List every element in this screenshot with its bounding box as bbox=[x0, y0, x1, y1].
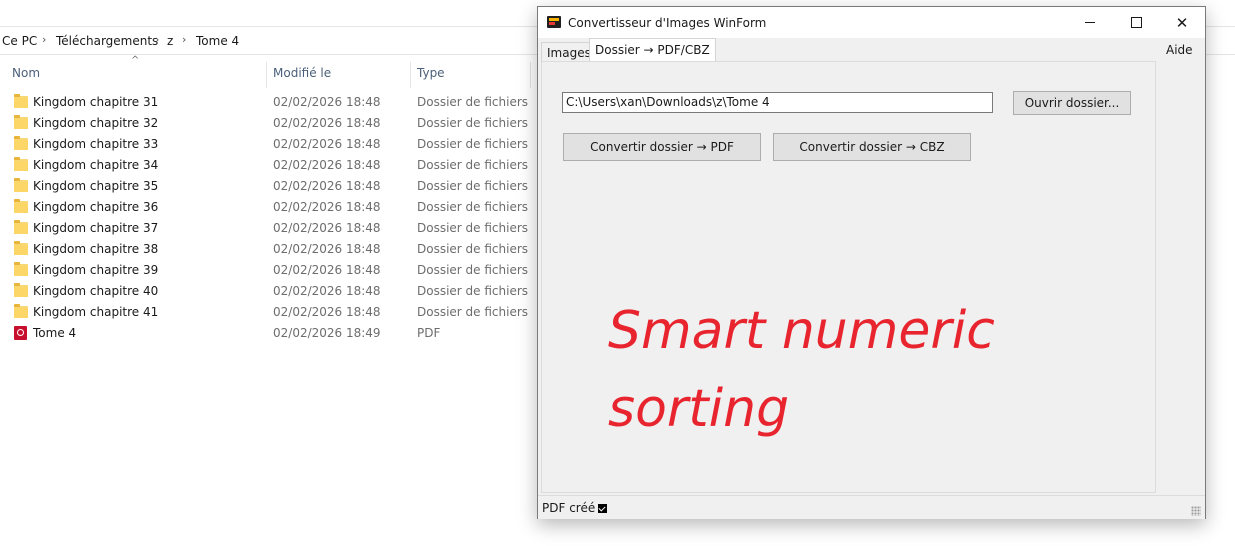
breadcrumb-tome4[interactable]: Tome 4 bbox=[196, 34, 239, 48]
column-header-modified[interactable]: Modifié le bbox=[273, 66, 331, 80]
file-name: Tome 4 bbox=[33, 326, 77, 340]
file-name: Kingdom chapitre 32 bbox=[33, 116, 159, 130]
column-divider[interactable] bbox=[530, 62, 531, 88]
menu-help[interactable]: Aide bbox=[1166, 43, 1193, 57]
status-text: PDF créé bbox=[542, 501, 596, 515]
resize-grip-icon[interactable] bbox=[1191, 506, 1201, 516]
file-row[interactable]: Kingdom chapitre 31 02/02/2026 18:48 Dossi… bbox=[0, 92, 540, 113]
chevron-right-icon: › bbox=[155, 33, 160, 46]
file-date: 02/02/2026 18:48 bbox=[273, 305, 381, 319]
app-icon bbox=[547, 16, 561, 28]
breadcrumb-z[interactable]: z bbox=[167, 34, 173, 48]
file-type: Dossier de fichiers bbox=[417, 242, 529, 256]
status-label: PDF créé bbox=[542, 501, 608, 515]
breadcrumb-downloads[interactable]: Téléchargements bbox=[56, 34, 158, 48]
tab-folder-pdf-cbz[interactable]: Dossier → PDF/CBZ bbox=[589, 38, 716, 61]
folder-path-field[interactable]: C:\Users\xan\Downloads\z\Tome 4 bbox=[562, 92, 993, 113]
annotation-line-1: Smart numeric bbox=[608, 301, 995, 361]
minimize-icon bbox=[1085, 22, 1095, 23]
file-date: 02/02/2026 18:48 bbox=[273, 95, 381, 109]
annotation-line-2: sorting bbox=[608, 379, 790, 439]
file-name: Kingdom chapitre 41 bbox=[33, 305, 159, 319]
folder-icon bbox=[14, 220, 28, 234]
file-row[interactable]: Kingdom chapitre 32 02/02/2026 18:48 Dossi… bbox=[0, 113, 540, 134]
title-bar[interactable]: Convertisseur d'Images WinForm ✕ bbox=[538, 7, 1205, 38]
file-name: Kingdom chapitre 34 bbox=[33, 158, 159, 172]
maximize-button[interactable] bbox=[1113, 7, 1159, 38]
chevron-right-icon: › bbox=[182, 33, 187, 46]
file-date: 02/02/2026 18:49 bbox=[273, 326, 381, 340]
folder-icon bbox=[14, 94, 28, 108]
folder-icon bbox=[14, 283, 28, 297]
file-list: Kingdom chapitre 31 02/02/2026 18:48 Dossi… bbox=[0, 92, 540, 344]
convert-pdf-button[interactable]: Convertir dossier → PDF bbox=[563, 133, 761, 161]
folder-icon bbox=[14, 199, 28, 213]
maximize-icon bbox=[1130, 17, 1142, 28]
check-icon bbox=[598, 504, 608, 513]
sort-ascending-icon: ^ bbox=[131, 55, 140, 66]
status-bar: PDF créé bbox=[538, 495, 1205, 519]
converter-window: Convertisseur d'Images WinForm ✕ Images … bbox=[537, 6, 1206, 519]
file-name: Kingdom chapitre 35 bbox=[33, 179, 159, 193]
file-date: 02/02/2026 18:48 bbox=[273, 137, 381, 151]
file-row[interactable]: Kingdom chapitre 34 02/02/2026 18:48 Dossi… bbox=[0, 155, 540, 176]
file-row[interactable]: Kingdom chapitre 35 02/02/2026 18:48 Dossi… bbox=[0, 176, 540, 197]
pdf-icon bbox=[14, 326, 27, 340]
file-name: Kingdom chapitre 39 bbox=[33, 263, 159, 277]
file-date: 02/02/2026 18:48 bbox=[273, 242, 381, 256]
file-date: 02/02/2026 18:48 bbox=[273, 221, 381, 235]
file-name: Kingdom chapitre 31 bbox=[33, 95, 159, 109]
file-type: Dossier de fichiers bbox=[417, 95, 529, 109]
file-row[interactable]: Kingdom chapitre 39 02/02/2026 18:48 Dossi… bbox=[0, 260, 540, 281]
file-type: Dossier de fichiers bbox=[417, 200, 529, 214]
folder-icon bbox=[14, 262, 28, 276]
file-row[interactable]: Kingdom chapitre 40 02/02/2026 18:48 Dossi… bbox=[0, 281, 540, 302]
file-date: 02/02/2026 18:48 bbox=[273, 116, 381, 130]
file-type: Dossier de fichiers bbox=[417, 221, 529, 235]
file-row[interactable]: Tome 4 02/02/2026 18:49 PDF bbox=[0, 323, 540, 344]
file-date: 02/02/2026 18:48 bbox=[273, 179, 381, 193]
file-row[interactable]: Kingdom chapitre 38 02/02/2026 18:48 Dossi… bbox=[0, 239, 540, 260]
file-row[interactable]: Kingdom chapitre 41 02/02/2026 18:48 Dossi… bbox=[0, 302, 540, 323]
file-name: Kingdom chapitre 37 bbox=[33, 221, 159, 235]
breadcrumb-this-pc[interactable]: Ce PC bbox=[2, 34, 37, 48]
folder-icon bbox=[14, 136, 28, 150]
file-row[interactable]: Kingdom chapitre 37 02/02/2026 18:48 Dossi… bbox=[0, 218, 540, 239]
convert-cbz-button[interactable]: Convertir dossier → CBZ bbox=[773, 133, 971, 161]
file-type: Dossier de fichiers bbox=[417, 158, 529, 172]
file-date: 02/02/2026 18:48 bbox=[273, 263, 381, 277]
file-row[interactable]: Kingdom chapitre 36 02/02/2026 18:48 Dossi… bbox=[0, 197, 540, 218]
column-divider[interactable] bbox=[410, 62, 411, 88]
file-type: PDF bbox=[417, 326, 441, 340]
folder-icon bbox=[14, 115, 28, 129]
file-name: Kingdom chapitre 36 bbox=[33, 200, 159, 214]
folder-icon bbox=[14, 157, 28, 171]
file-date: 02/02/2026 18:48 bbox=[273, 284, 381, 298]
file-type: Dossier de fichiers bbox=[417, 284, 529, 298]
folder-icon bbox=[14, 304, 28, 318]
column-header-name[interactable]: Nom bbox=[12, 66, 40, 80]
file-type: Dossier de fichiers bbox=[417, 116, 529, 130]
folder-icon bbox=[14, 241, 28, 255]
minimize-button[interactable] bbox=[1067, 7, 1113, 38]
close-icon: ✕ bbox=[1175, 13, 1189, 32]
column-header-type[interactable]: Type bbox=[417, 66, 445, 80]
file-type: Dossier de fichiers bbox=[417, 179, 529, 193]
file-date: 02/02/2026 18:48 bbox=[273, 200, 381, 214]
file-date: 02/02/2026 18:48 bbox=[273, 158, 381, 172]
folder-icon bbox=[14, 178, 28, 192]
file-type: Dossier de fichiers bbox=[417, 305, 529, 319]
open-folder-button[interactable]: Ouvrir dossier... bbox=[1013, 91, 1131, 115]
file-name: Kingdom chapitre 33 bbox=[33, 137, 159, 151]
chevron-right-icon: › bbox=[42, 33, 47, 46]
file-row[interactable]: Kingdom chapitre 33 02/02/2026 18:48 Dossi… bbox=[0, 134, 540, 155]
file-type: Dossier de fichiers bbox=[417, 137, 529, 151]
window-title: Convertisseur d'Images WinForm bbox=[568, 16, 767, 30]
file-name: Kingdom chapitre 40 bbox=[33, 284, 159, 298]
close-button[interactable]: ✕ bbox=[1159, 7, 1205, 38]
file-type: Dossier de fichiers bbox=[417, 263, 529, 277]
annotation-overlay: Smart numeric sorting bbox=[608, 292, 995, 448]
column-divider[interactable] bbox=[266, 62, 267, 88]
file-name: Kingdom chapitre 38 bbox=[33, 242, 159, 256]
